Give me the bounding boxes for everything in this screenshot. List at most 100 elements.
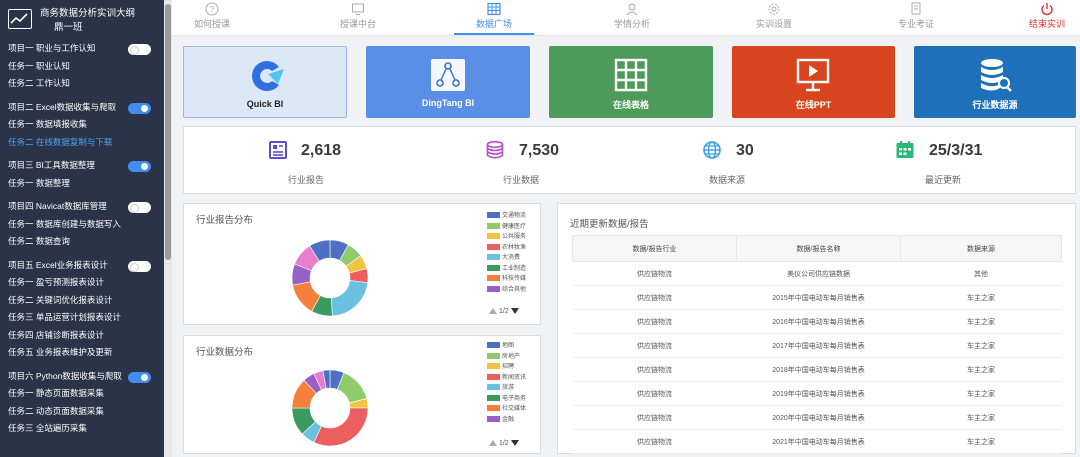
tab-learning-analysis[interactable]: 学情分析 — [592, 2, 672, 30]
legend-item[interactable]: 交通物流 — [487, 212, 526, 223]
project-item[interactable]: 项目一 职业与工作认知 — [0, 40, 164, 58]
table-cell: 供应链物流 — [572, 429, 737, 454]
project-item[interactable]: 项目五 Excel业务报表设计 — [0, 257, 164, 275]
legend-item[interactable]: 健康医疗 — [487, 222, 526, 234]
legend-item[interactable]: 工业制造 — [487, 264, 526, 276]
chart-logo-icon — [8, 9, 32, 29]
table-cell: 车主之家 — [900, 381, 1062, 406]
stat-value: 25/3/31 — [929, 142, 983, 159]
table-cell: 车主之家 — [900, 333, 1062, 358]
legend-item[interactable]: 招聘 — [487, 363, 526, 374]
legend-swatch — [487, 275, 500, 282]
legend-item[interactable]: 新闻资讯 — [487, 373, 526, 385]
table-row[interactable]: 供应链物流 2018年中国电动车每月销售表 车主之家 — [572, 357, 1062, 382]
table-cell: 车主之家 — [900, 285, 1062, 310]
task-item[interactable]: 任务二 工作认知 — [0, 75, 164, 93]
tab-label: 授课中台 — [339, 19, 376, 29]
stat-label: 最近更新 — [924, 175, 961, 185]
legend-item[interactable]: 房地产 — [487, 352, 526, 364]
industry-datasource-tile[interactable]: 行业数据源 — [914, 46, 1076, 118]
legend-item[interactable]: 金融 — [487, 415, 526, 427]
page-indicator: 1/2 — [498, 440, 509, 447]
legend-swatch — [487, 212, 500, 219]
legend-item[interactable]: 公共服务 — [487, 233, 526, 244]
tab-teaching-guide[interactable]: ? 如何授课 — [172, 2, 252, 30]
project-toggle[interactable] — [128, 202, 151, 213]
task-item[interactable]: 任务五 业务报表维护及更新 — [0, 344, 164, 362]
tile-label: Quick BI — [246, 99, 284, 109]
page-up-icon[interactable] — [489, 308, 497, 315]
legend-label: 电子商务 — [502, 395, 527, 402]
table-cell: 供应链物流 — [572, 261, 737, 286]
task-item[interactable]: 任务二 数据查询 — [0, 233, 164, 251]
table-row[interactable]: 供应链物流 美仪公司供应链数据 其他 — [572, 261, 1062, 286]
scrollbar-thumb[interactable] — [165, 4, 171, 260]
legend-item[interactable]: 大消费 — [487, 254, 526, 265]
legend-swatch — [487, 254, 500, 261]
project-label: 项目一 职业与工作认知 — [8, 43, 96, 53]
task-item[interactable]: 任务四 店铺诊断报表设计 — [0, 327, 164, 345]
tab-data-square[interactable]: 数据广场 — [454, 2, 534, 35]
task-item[interactable]: 任务二 在线数据复制与下载 — [0, 134, 164, 152]
sidebar: 商务数据分析实训大纲 鼎一班 项目一 职业与工作认知 任务一 职业认知 任务二 工作… — [0, 0, 164, 457]
page-down-icon[interactable] — [510, 440, 519, 447]
project-toggle[interactable] — [128, 102, 151, 114]
table-row[interactable]: 供应链物流 2019年中国电动车每月销售表 车主之家 — [572, 381, 1062, 406]
page-down-icon[interactable] — [510, 308, 519, 315]
legend-item[interactable]: 科技传媒 — [487, 275, 526, 286]
stats-bar: 2,618 行业报告 7,530 行业数据 30 数据来源 25/3/31 最近… — [183, 126, 1076, 194]
task-item[interactable]: 任务一 数据库创建与数据写入 — [0, 216, 164, 234]
project-item[interactable]: 项目六 Python数据收集与爬取 — [0, 368, 164, 386]
project-toggle[interactable] — [128, 371, 151, 383]
legend-label: 地图 — [502, 343, 515, 349]
task-item[interactable]: 任务一 盈亏预测报表设计 — [0, 274, 164, 292]
project-item[interactable]: 项目四 Navicat数据库管理 — [0, 198, 164, 216]
online-sheet-tile[interactable]: 在线表格 — [549, 46, 713, 118]
project-item[interactable]: 项目三 BI工具数据整理 — [0, 157, 164, 175]
project-label: 项目六 Python数据收集与爬取 — [8, 370, 122, 381]
legend-item[interactable]: 地图 — [487, 342, 526, 353]
project-toggle[interactable] — [128, 44, 151, 55]
task-item[interactable]: 任务三 全站遍历采集 — [0, 420, 164, 438]
legend-item[interactable]: 社交媒体 — [487, 405, 526, 416]
table-row[interactable]: 供应链物流 2021年中国电动车每月销售表 车主之家 — [572, 429, 1062, 454]
donut-slice[interactable] — [330, 280, 369, 317]
task-item[interactable]: 任务二 动态页面数据采集 — [0, 403, 164, 421]
task-item[interactable]: 任务一 数据整理 — [0, 175, 164, 193]
table-row[interactable]: 供应链物流 2015年中国电动车每月销售表 车主之家 — [572, 285, 1062, 310]
end-training-button[interactable]: 结束实训 — [1016, 2, 1078, 30]
quick-bi-tile[interactable]: Quick BI — [183, 46, 347, 118]
legend-item[interactable]: 旅游 — [487, 384, 526, 395]
tab-training-settings[interactable]: 实训设置 — [734, 2, 814, 30]
stat-value: 7,530 — [519, 142, 560, 159]
report-donut-chart — [291, 239, 369, 317]
legend-item[interactable]: 电子商务 — [487, 394, 527, 406]
table-row[interactable]: 供应链物流 2016年中国电动车每月销售表 车主之家 — [572, 309, 1062, 334]
task-item[interactable]: 任务一 职业认知 — [0, 58, 164, 76]
table-cell: 其他 — [900, 261, 1062, 286]
project-toggle[interactable] — [128, 161, 151, 172]
table-cell: 供应链物流 — [572, 333, 737, 358]
table-cell: 供应链物流 — [572, 405, 737, 430]
task-item[interactable]: 任务一 数据填报收集 — [0, 116, 164, 134]
table-cell: 车主之家 — [900, 405, 1062, 430]
table-row[interactable]: 供应链物流 2017年中国电动车每月销售表 车主之家 — [572, 333, 1062, 358]
project-item[interactable]: 项目二 Excel数据收集与爬取 — [0, 99, 164, 117]
legend-item[interactable]: 综合其他 — [487, 285, 526, 297]
task-item[interactable]: 任务二 关键词优化报表设计 — [0, 292, 164, 310]
project-toggle[interactable] — [128, 260, 151, 272]
task-item[interactable]: 任务三 单品运营计划报表设计 — [0, 309, 164, 327]
legend-label: 公共服务 — [502, 234, 527, 240]
table-row[interactable]: 供应链物流 2020年中国电动车每月销售表 车主之家 — [572, 405, 1062, 430]
dingtang-bi-tile[interactable]: DingTang BI — [366, 46, 530, 118]
tab-teaching-center[interactable]: 授课中台 — [318, 2, 398, 30]
donut-slice[interactable] — [313, 407, 369, 447]
sidebar-scrollbar[interactable] — [164, 0, 172, 457]
online-ppt-tile[interactable]: 在线PPT — [732, 46, 895, 118]
task-item[interactable]: 任务一 静态页面数据采集 — [0, 385, 164, 403]
grid-table-icon — [454, 2, 534, 17]
legend-item[interactable]: 农林牧渔 — [487, 243, 526, 255]
page-up-icon[interactable] — [489, 440, 497, 447]
tab-certification[interactable]: 专业考证 — [876, 2, 956, 30]
end-training-label: 结束实训 — [1028, 19, 1065, 29]
